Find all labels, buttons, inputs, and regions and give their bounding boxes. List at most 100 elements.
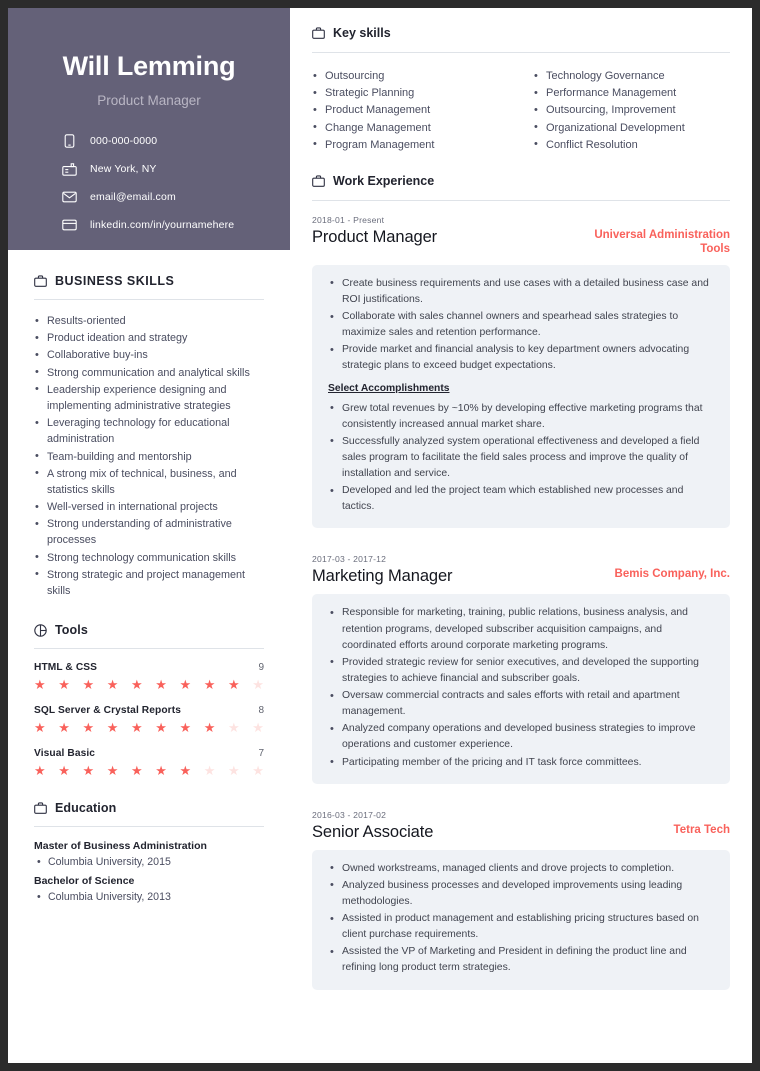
tools-header: Tools	[34, 623, 264, 648]
tool-head: Visual Basic 7	[34, 748, 264, 759]
tool-head: SQL Server & Crystal Reports 8	[34, 705, 264, 716]
list-item: Strong strategic and project management …	[34, 566, 264, 599]
tool-name: Visual Basic	[34, 748, 96, 760]
list-item: Technology Governance	[533, 68, 730, 85]
resume-columns: Will Lemming Product Manager 000-000-000…	[8, 8, 752, 1063]
briefcase-icon	[34, 802, 47, 815]
list-item: Strong understanding of administrative p…	[34, 516, 264, 548]
star-filled-icon: ★	[34, 763, 46, 779]
star-filled-icon: ★	[106, 720, 119, 736]
job-bullets: Responsible for marketing, training, pub…	[328, 605, 714, 771]
list-item: Leveraging technology for educational ad…	[34, 415, 264, 447]
contact-phone-text: 000-000-0000	[90, 135, 158, 148]
briefcase-icon	[34, 275, 47, 288]
list-item: Strategic Planning	[312, 85, 509, 102]
briefcase-icon	[312, 27, 325, 40]
job-date: 2018-01 - Present	[312, 215, 385, 226]
key-skills-right-column: Technology Governance Performance Manage…	[533, 68, 730, 154]
card-icon	[62, 218, 77, 233]
tool-name: HTML & CSS	[34, 662, 98, 674]
list-item: Change Management	[312, 119, 509, 137]
education-body: Master of Business Administration Columb…	[34, 827, 264, 903]
section-tools: Tools HTML & CSS 9 ★ ★ ★ ★ ★ ★ ★ ★ ★ ★ SQL Server…	[8, 623, 290, 777]
star-empty-icon: ★	[252, 720, 264, 736]
job-head: Senior Associate Tetra Tech	[312, 823, 730, 842]
list-item: Leadership experience designing and impl…	[34, 381, 264, 414]
list-item: Well-versed in international projects	[34, 499, 264, 516]
star-filled-icon: ★	[155, 720, 167, 736]
job-role: Senior Associate	[312, 822, 434, 841]
phone-icon	[62, 134, 77, 149]
list-item: Grew total revenues by ~10% by developin…	[328, 400, 714, 433]
accomplishments-heading: Select Accomplishments	[328, 382, 450, 394]
list-item: Participating member of the pricing and …	[328, 754, 714, 771]
star-filled-icon: ★	[82, 763, 95, 779]
education-header: Education	[34, 801, 264, 826]
key-skills-header: Key skills	[312, 26, 730, 52]
star-filled-icon: ★	[34, 677, 46, 693]
star-filled-icon: ★	[82, 677, 95, 693]
star-filled-icon: ★	[179, 763, 192, 779]
job-entry: 2016-03 - 2017-02 Senior Associate Tetra…	[312, 810, 730, 990]
job-details-box: Create business requirements and use cas…	[312, 264, 730, 529]
sidebar: Will Lemming Product Manager 000-000-000…	[8, 8, 290, 1063]
education-title: Education	[55, 801, 117, 816]
list-item: Strong technology communication skills	[34, 549, 264, 566]
job-company: Bemis Company, Inc.	[614, 568, 730, 581]
tool-score: 7	[258, 748, 264, 760]
list-item: A strong mix of technical, business, and…	[34, 465, 264, 498]
list-item: Provide market and financial analysis to…	[328, 342, 714, 374]
job-head: Product Manager Universal Administration…	[312, 228, 730, 257]
tool-rating-row: Visual Basic 7 ★ ★ ★ ★ ★ ★ ★ ★ ★ ★	[34, 748, 264, 777]
star-rating: ★ ★ ★ ★ ★ ★ ★ ★ ★ ★	[34, 721, 264, 734]
list-item: Oversaw commercial contracts and sales e…	[328, 688, 714, 720]
education-school: Columbia University, 2013	[34, 891, 264, 904]
envelope-icon	[62, 190, 77, 205]
job-entry: 2018-01 - Present Product Manager Univer…	[312, 215, 730, 529]
main-column: Key skills Outsourcing Strategic Plannin…	[290, 8, 752, 1010]
section-education: Education Master of Business Administrat…	[8, 801, 290, 903]
star-filled-icon: ★	[155, 763, 167, 779]
contact-email[interactable]: email@email.com	[62, 190, 264, 205]
list-item: Conflict Resolution	[533, 136, 730, 154]
star-empty-icon: ★	[228, 763, 240, 779]
contact-location[interactable]: New York, NY	[62, 162, 264, 177]
list-item: Owned workstreams, managed clients and d…	[328, 860, 714, 877]
job-details-box: Responsible for marketing, training, pub…	[312, 594, 730, 784]
list-item: Team-building and mentorship	[34, 448, 264, 465]
star-filled-icon: ★	[82, 720, 95, 736]
list-item: Create business requirements and use cas…	[328, 275, 714, 308]
business-skills-title: BUSINESS SKILLS	[55, 274, 175, 288]
key-skills-right-list: Technology Governance Performance Manage…	[533, 68, 730, 154]
star-empty-icon: ★	[228, 720, 240, 736]
resume-page: Will Lemming Product Manager 000-000-000…	[8, 8, 752, 1063]
contact-phone[interactable]: 000-000-0000	[62, 134, 264, 149]
tool-rating-row: SQL Server & Crystal Reports 8 ★ ★ ★ ★ ★ ★ ★ ★ ★…	[34, 705, 264, 734]
education-degree: Master of Business Administration	[34, 840, 207, 853]
star-filled-icon: ★	[58, 720, 70, 736]
job-bullets: Create business requirements and use cas…	[328, 275, 714, 375]
list-item: Outsourcing	[312, 68, 509, 85]
business-skills-list: Results-oriented Product ideation and st…	[34, 312, 264, 599]
star-empty-icon: ★	[252, 763, 264, 779]
star-filled-icon: ★	[203, 720, 216, 736]
list-item: Strong communication and analytical skil…	[34, 364, 264, 381]
contact-location-text: New York, NY	[90, 163, 157, 176]
list-item: Collaborate with sales channel owners an…	[328, 309, 714, 341]
list-item: Analyzed company operations and develope…	[328, 721, 714, 753]
jobs-list: 2018-01 - Present Product Manager Univer…	[312, 201, 730, 990]
profile-subtitle: Product Manager	[97, 92, 201, 108]
list-item: Assisted in product management and estab…	[328, 911, 714, 943]
list-item: Performance Management	[533, 85, 730, 102]
job-details-box: Owned workstreams, managed clients and d…	[312, 849, 730, 990]
building-icon	[62, 162, 77, 177]
star-rating: ★ ★ ★ ★ ★ ★ ★ ★ ★ ★	[34, 764, 264, 777]
job-head: Marketing Manager Bemis Company, Inc.	[312, 567, 730, 586]
star-filled-icon: ★	[131, 677, 143, 693]
star-rating: ★ ★ ★ ★ ★ ★ ★ ★ ★ ★	[34, 678, 264, 691]
contact-list: 000-000-0000 New York, NY email@email.co…	[34, 134, 264, 233]
list-item: Assisted the VP of Marketing and Preside…	[328, 944, 714, 976]
contact-linkedin[interactable]: linkedin.com/in/yournamehere	[62, 218, 264, 233]
education-school: Columbia University, 2015	[34, 856, 264, 869]
job-entry: 2017-03 - 2017-12 Marketing Manager Bemi…	[312, 554, 730, 784]
